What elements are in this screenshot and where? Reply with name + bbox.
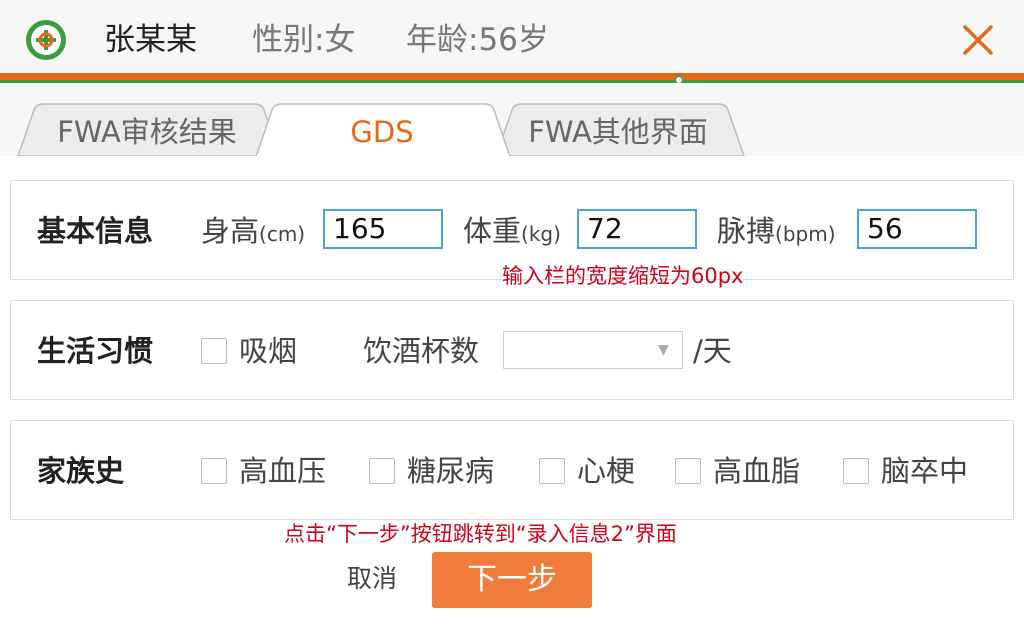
pulse-label-text: 脉搏 bbox=[717, 214, 776, 248]
stroke-checkbox[interactable] bbox=[843, 458, 869, 484]
diabetes-label: 糖尿病 bbox=[407, 454, 495, 488]
tab-bar: FWA审核结果 GDS FWA其他界面 bbox=[0, 100, 1024, 156]
height-label: 身高(cm) bbox=[201, 211, 305, 251]
section-title-habits: 生活习惯 bbox=[37, 334, 154, 368]
family-history-section: 家族史 高血压 糖尿病 心梗 高血脂 脑卒中 bbox=[10, 420, 1014, 520]
tab-fwa-other[interactable]: FWA其他界面 bbox=[502, 108, 734, 156]
drinking-select[interactable]: ▼ bbox=[503, 331, 683, 369]
section-title-family-history: 家族史 bbox=[37, 454, 125, 488]
window-header: 张某某 性别:女 年龄:56岁 bbox=[0, 0, 1024, 74]
hypertension-label: 高血压 bbox=[239, 454, 327, 488]
per-day-label: /天 bbox=[693, 334, 732, 368]
pulse-input[interactable]: 56 bbox=[857, 209, 977, 249]
cancel-button[interactable]: 取消 bbox=[336, 558, 408, 600]
section-title-basic-info: 基本信息 bbox=[37, 214, 154, 248]
pulse-label: 脉搏(bpm) bbox=[717, 211, 836, 251]
diabetes-checkbox[interactable] bbox=[369, 458, 395, 484]
myocardial-infarction-label: 心梗 bbox=[577, 454, 636, 488]
smoking-label: 吸烟 bbox=[239, 334, 298, 368]
myocardial-infarction-checkbox[interactable] bbox=[539, 458, 565, 484]
smoking-checkbox[interactable] bbox=[201, 338, 227, 364]
height-unit: (cm) bbox=[259, 222, 306, 246]
height-label-text: 身高 bbox=[201, 214, 260, 248]
pin-marker-icon bbox=[671, 73, 687, 83]
weight-unit: (kg) bbox=[521, 222, 561, 246]
header-accent-bar bbox=[0, 73, 1024, 80]
stroke-label: 脑卒中 bbox=[881, 454, 969, 488]
hypertension-checkbox[interactable] bbox=[201, 458, 227, 484]
drinking-label: 饮酒杯数 bbox=[363, 334, 480, 368]
weight-label-text: 体重 bbox=[463, 214, 522, 248]
tab-fwa-review[interactable]: FWA审核结果 bbox=[28, 108, 266, 156]
patient-name: 张某某 bbox=[104, 22, 197, 58]
close-icon[interactable] bbox=[956, 18, 1000, 62]
dropdown-arrow-icon: ▼ bbox=[658, 342, 669, 358]
hyperlipidemia-checkbox[interactable] bbox=[675, 458, 701, 484]
weight-input[interactable]: 72 bbox=[577, 209, 697, 249]
tab-gds[interactable]: GDS bbox=[270, 108, 494, 156]
weight-label: 体重(kg) bbox=[463, 211, 561, 251]
pulse-unit: (bpm) bbox=[775, 222, 836, 246]
header-green-line bbox=[0, 80, 1024, 83]
annotation-next-step: 点击“下一步”按钮跳转到“录入信息2”界面 bbox=[284, 522, 677, 546]
habits-section: 生活习惯 吸烟 饮酒杯数 ▼ /天 bbox=[10, 300, 1014, 400]
annotation-input-width: 输入栏的宽度缩短为60px bbox=[502, 264, 744, 288]
app-logo-icon bbox=[26, 20, 66, 60]
height-input[interactable]: 165 bbox=[323, 209, 443, 249]
next-step-button[interactable]: 下一步 bbox=[432, 552, 592, 608]
patient-gender: 性别:女 bbox=[252, 22, 356, 58]
patient-age: 年龄:56岁 bbox=[406, 22, 549, 58]
hyperlipidemia-label: 高血脂 bbox=[713, 454, 801, 488]
content-panel: 基本信息 身高(cm) 165 体重(kg) 72 脉搏(bpm) 56 输入栏… bbox=[0, 156, 1024, 640]
